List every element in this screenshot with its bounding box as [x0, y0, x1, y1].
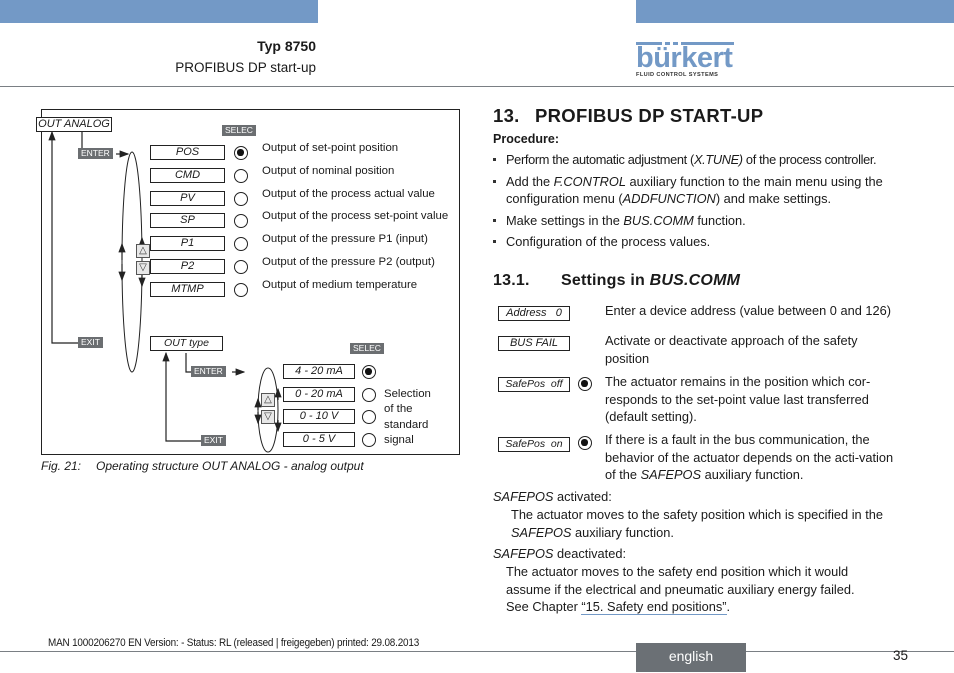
setting-address-desc: Enter a device address (value between 0 …	[605, 303, 891, 318]
burkert-logo: bürkert FLUID CONTROL SYSTEMS	[636, 42, 735, 78]
setting-safepos-on-desc: If there is a fault in the bus communica…	[605, 432, 894, 482]
radio-empty-icon	[362, 432, 376, 447]
page-number: 35	[893, 648, 909, 663]
safepos-deactivated-label: SAFEPOS deactivated:	[493, 546, 627, 561]
exit-return-line	[48, 130, 80, 344]
header-bar-right	[636, 0, 954, 23]
radio-selected-icon	[362, 365, 376, 379]
signal-option: 0 - 10 V	[283, 409, 355, 424]
output-option-desc: Output of medium temperature	[262, 278, 418, 291]
out-analog-diagram: OUT ANALOG ENTER SELEC △ ▽ POS Output of …	[36, 109, 460, 455]
arrow-up-icon: △	[136, 244, 150, 258]
output-option-desc: Output of nominal position	[262, 164, 395, 177]
signal-option: 0 - 20 mA	[283, 386, 355, 402]
document-meta: MAN 1000206270 EN Version: - Status: RL …	[48, 637, 420, 649]
signal-option: 0 - 5 V	[283, 431, 355, 447]
safepos-activated-text: The actuator moves to the safety positio…	[511, 507, 884, 540]
procedure-label: Procedure:	[493, 132, 559, 146]
section-heading: 13. PROFIBUS DP START-UP	[493, 105, 764, 126]
output-option-sp: SP	[150, 213, 225, 229]
selec-tag-2: SELEC	[350, 343, 384, 354]
setting-safepos-off-desc: The actuator remains in the position whi…	[605, 374, 871, 424]
setting-address: Address 0	[498, 306, 570, 321]
output-option-desc: Output of the process set-point value	[262, 210, 449, 223]
arrow-up-icon: △	[261, 393, 275, 407]
exit-tag: EXIT	[78, 337, 103, 348]
menu-root-out-analog: OUT ANALOG	[36, 117, 112, 132]
output-option-pos: POS	[150, 145, 225, 160]
output-option-desc: Output of the pressure P1 (input)	[262, 233, 428, 246]
radio-selected-icon	[578, 436, 592, 450]
procedure-step: Make settings in the BUS.COMM function.	[493, 212, 923, 230]
output-option-cmd: CMD	[150, 167, 225, 183]
setting-bus-fail-desc: Activate or deactivate approach of the s…	[605, 333, 858, 366]
radio-empty-icon	[362, 387, 376, 402]
enter-tag: ENTER	[78, 148, 113, 159]
procedure-step: Configuration of the process values.	[493, 233, 923, 251]
radio-empty-icon	[234, 282, 248, 297]
setting-safepos-on: SafePos on	[498, 437, 570, 452]
output-option-p2: P2	[150, 259, 225, 274]
header-bar-left	[0, 0, 318, 23]
output-option-desc: Output of the process actual value	[262, 187, 435, 200]
radio-empty-icon	[362, 410, 376, 424]
output-option-desc: Output of set-point position	[262, 142, 399, 154]
safety-end-positions-link[interactable]: “15. Safety end positions”	[581, 599, 727, 615]
arrow-down-icon: ▽	[136, 261, 150, 275]
setting-bus-fail: BUS FAIL	[498, 336, 570, 351]
signal-note: Selection of the standard signal	[384, 388, 431, 446]
output-option-pv: PV	[150, 190, 225, 206]
document-type: Typ 8750	[257, 38, 316, 54]
output-option-p1: P1	[150, 236, 225, 252]
safepos-activated-label: SAFEPOS activated:	[493, 489, 612, 504]
arrow-down-icon: ▽	[261, 410, 275, 424]
document-chapter: PROFIBUS DP start-up	[175, 60, 316, 75]
enter-tag-2: ENTER	[191, 366, 226, 377]
radio-empty-icon	[234, 260, 248, 274]
subsection-heading: 13.1. Settings in BUS.COMM	[493, 272, 741, 289]
radio-selected-icon	[578, 377, 592, 391]
output-option-mtmp: MTMP	[150, 281, 225, 297]
header-divider	[0, 86, 954, 87]
figure-caption: Fig. 21: Operating structure OUT ANALOG -…	[41, 459, 364, 473]
procedure-step: Add the F.CONTROL auxiliary function to …	[493, 173, 923, 208]
selec-tag: SELEC	[222, 125, 256, 136]
procedure-step: Perform the automatic adjustment (X.TUNE…	[493, 151, 923, 169]
language-badge: english	[636, 643, 746, 672]
footer-divider	[0, 651, 954, 652]
radio-empty-icon	[234, 168, 248, 183]
menu-out-type: OUT type	[150, 336, 223, 351]
exit-tag-2: EXIT	[201, 435, 226, 446]
signal-option: 4 - 20 mA	[283, 364, 355, 379]
output-option-desc: Output of the pressure P2 (output)	[262, 256, 435, 268]
radio-empty-icon	[234, 191, 248, 206]
logo-wordmark: bürkert	[636, 42, 733, 74]
procedure-list: Perform the automatic adjustment (X.TUNE…	[493, 151, 923, 255]
safepos-deactivated-text: The actuator moves to the safety end pos…	[506, 564, 855, 615]
setting-safepos-off: SafePos off	[498, 377, 570, 392]
radio-selected-icon	[234, 146, 248, 160]
